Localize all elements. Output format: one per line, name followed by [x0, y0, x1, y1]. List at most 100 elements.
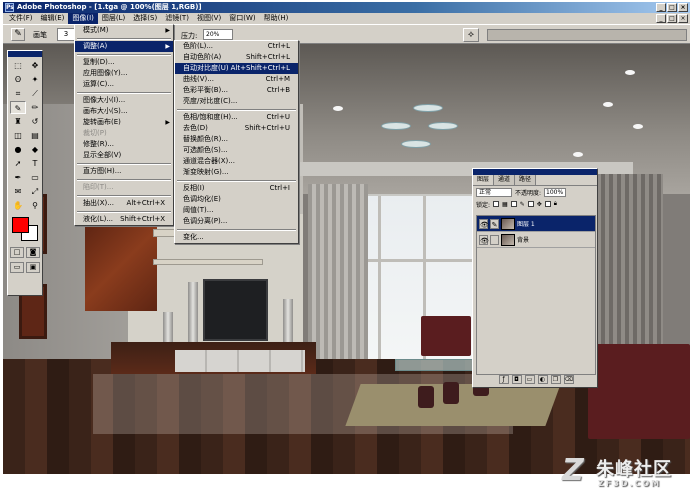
blur-icon[interactable]: ◆	[27, 143, 43, 156]
notes-icon[interactable]: ✉	[10, 185, 26, 198]
layers-tab-1[interactable]: 通道	[494, 175, 516, 185]
image-menu-item-5[interactable]: 应用图像(Y)...	[75, 68, 173, 79]
doc-maximize-button[interactable]: □	[667, 14, 677, 23]
move-icon[interactable]: ✥	[27, 59, 43, 72]
lock-transparency-checkbox[interactable]	[493, 201, 500, 207]
menu-6[interactable]: 视图(V)	[193, 13, 225, 24]
quick-mask-icon[interactable]: ◙	[26, 247, 40, 258]
menu-7[interactable]: 窗口(W)	[225, 13, 259, 24]
adjust-menu-item-17[interactable]: 色调分离(P)...	[175, 216, 298, 227]
foreground-color-swatch[interactable]	[12, 217, 29, 233]
image-menu-item-2[interactable]: 调整(A) ▶	[75, 41, 173, 52]
adjust-menu-item-16[interactable]: 阈值(T)...	[175, 205, 298, 216]
minimize-button[interactable]: _	[656, 3, 666, 12]
doc-close-button[interactable]: ×	[678, 14, 688, 23]
layer-mask-icon[interactable]: ◘	[511, 375, 522, 384]
adjustment-layer-icon[interactable]: ◐	[537, 375, 548, 384]
brush-size-picker[interactable]: 3	[57, 28, 75, 41]
new-layer-icon[interactable]: ❐	[550, 375, 561, 384]
menu-4[interactable]: 选择(S)	[129, 13, 161, 24]
pen-icon[interactable]: ✒	[10, 171, 26, 184]
adjust-menu-item-2[interactable]: 自动对比度(U) Alt+Shift+Ctrl+L	[175, 63, 298, 74]
image-menu-item-4[interactable]: 复制(D)...	[75, 57, 173, 68]
eraser-icon[interactable]: ◫	[10, 129, 26, 142]
menu-3[interactable]: 图层(L)	[98, 13, 129, 24]
standard-mode-icon[interactable]: □	[10, 247, 24, 258]
blend-mode-select[interactable]: 正常	[476, 187, 512, 197]
image-menu-item-19[interactable]: 抽出(X)... Alt+Ctrl+X	[75, 198, 173, 209]
adjust-menu-item-15[interactable]: 色调均化(E)	[175, 194, 298, 205]
menu-2[interactable]: 图像(I)	[68, 13, 98, 24]
adjust-menu-item-5[interactable]: 亮度/对比度(C)...	[175, 96, 298, 107]
image-menu-item-8[interactable]: 图像大小(I)...	[75, 95, 173, 106]
menu-5[interactable]: 滤镜(T)	[161, 13, 193, 24]
brush-icon[interactable]: ✎	[10, 101, 26, 114]
lasso-icon[interactable]: ʘ	[10, 73, 26, 86]
eye-icon[interactable]: 👁︎	[479, 234, 489, 245]
adjust-menu-item-7[interactable]: 色相/饱和度(H)... Ctrl+U	[175, 112, 298, 123]
current-tool-brush-icon[interactable]: ✎	[11, 28, 25, 41]
zoom-icon[interactable]: ⚲	[27, 199, 43, 212]
adjust-menu-item-9[interactable]: 替换颜色(R)...	[175, 134, 298, 145]
pressure-field[interactable]: 20%	[203, 29, 233, 40]
layer-row[interactable]: 👁︎ ✎ 图层 1	[477, 216, 595, 232]
adjust-menu-item-11[interactable]: 通道混合器(X)...	[175, 156, 298, 167]
type-icon[interactable]: T	[27, 157, 43, 170]
pencil-icon[interactable]: ✏	[27, 101, 43, 114]
image-menu-item-11[interactable]: 裁切(P)	[75, 128, 173, 139]
layers-tab-2[interactable]: 路径	[515, 175, 537, 185]
opacity-field[interactable]: 100%	[544, 187, 567, 197]
dodge-icon[interactable]: ●	[10, 143, 26, 156]
image-menu-item-21[interactable]: 液化(L)... Shift+Ctrl+X	[75, 214, 173, 225]
image-menu-item-10[interactable]: 旋转画布(E) ▶	[75, 117, 173, 128]
screen-mode-standard-icon[interactable]: ▭	[10, 262, 24, 273]
palette-well[interactable]	[487, 29, 687, 41]
paintbrush-icon[interactable]: ✎	[490, 218, 499, 229]
menu-8[interactable]: 帮助(H)	[260, 13, 293, 24]
new-set-icon[interactable]: ▭	[524, 375, 535, 384]
close-button[interactable]: ×	[678, 3, 688, 12]
image-menu-item-12[interactable]: 修整(R)...	[75, 139, 173, 150]
image-menu-item-17[interactable]: 陷印(T)...	[75, 182, 173, 193]
adjust-menu-item-3[interactable]: 曲线(V)... Ctrl+M	[175, 74, 298, 85]
slice-icon[interactable]: ⟋	[27, 87, 43, 100]
adjust-menu-item-4[interactable]: 色彩平衡(B)... Ctrl+B	[175, 85, 298, 96]
menu-1[interactable]: 编辑(E)	[37, 13, 69, 24]
adjust-menu-item-0[interactable]: 色阶(L)... Ctrl+L	[175, 41, 298, 52]
image-menu-item-13[interactable]: 显示全部(V)	[75, 150, 173, 161]
image-menu-item-6[interactable]: 运算(C)...	[75, 79, 173, 90]
shape-icon[interactable]: ▭	[27, 171, 43, 184]
link-icon[interactable]	[490, 234, 499, 245]
image-menu-item-9[interactable]: 画布大小(S)...	[75, 106, 173, 117]
adjust-menu-item-14[interactable]: 反相(I) Ctrl+I	[175, 183, 298, 194]
menu-0[interactable]: 文件(F)	[5, 13, 37, 24]
doc-minimize-button[interactable]: _	[656, 14, 666, 23]
magic-wand-icon[interactable]: ✦	[27, 73, 43, 86]
lock-position-checkbox[interactable]	[527, 201, 534, 207]
layer-row[interactable]: 👁︎ 背景	[477, 232, 595, 248]
lock-all-checkbox[interactable]	[544, 201, 551, 207]
image-menu-item-15[interactable]: 直方图(H)...	[75, 166, 173, 177]
marquee-icon[interactable]: ⬚	[10, 59, 26, 72]
screen-mode-full-icon[interactable]: ▣	[26, 262, 40, 273]
airbrush-icon[interactable]: ⟡	[463, 28, 479, 42]
lock-image-checkbox[interactable]	[510, 201, 517, 207]
eyedropper-icon[interactable]: ⤢	[27, 185, 43, 198]
stamp-icon[interactable]: ♜	[10, 115, 26, 128]
maximize-button[interactable]: □	[667, 3, 677, 12]
eye-icon[interactable]: 👁︎	[479, 218, 489, 229]
layers-tab-0[interactable]: 图层	[473, 175, 495, 185]
crop-icon[interactable]: ⌗	[10, 87, 26, 100]
trash-icon[interactable]: ⌫	[563, 375, 574, 384]
adjust-menu-item-8[interactable]: 去色(D) Shift+Ctrl+U	[175, 123, 298, 134]
adjust-menu-item-1[interactable]: 自动色阶(A) Shift+Ctrl+L	[175, 52, 298, 63]
adjust-menu-item-19[interactable]: 变化...	[175, 232, 298, 243]
adjust-menu-item-12[interactable]: 渐变映射(G)...	[175, 167, 298, 178]
path-select-icon[interactable]: ➚	[10, 157, 26, 170]
gradient-icon[interactable]: ▤	[27, 129, 43, 142]
hand-icon[interactable]: ✋	[10, 199, 26, 212]
adjust-menu-item-10[interactable]: 可选颜色(S)...	[175, 145, 298, 156]
image-menu-item-0[interactable]: 模式(M) ▶	[75, 25, 173, 36]
history-brush-icon[interactable]: ↺	[27, 115, 43, 128]
layer-style-icon[interactable]: ƒ	[498, 375, 509, 384]
